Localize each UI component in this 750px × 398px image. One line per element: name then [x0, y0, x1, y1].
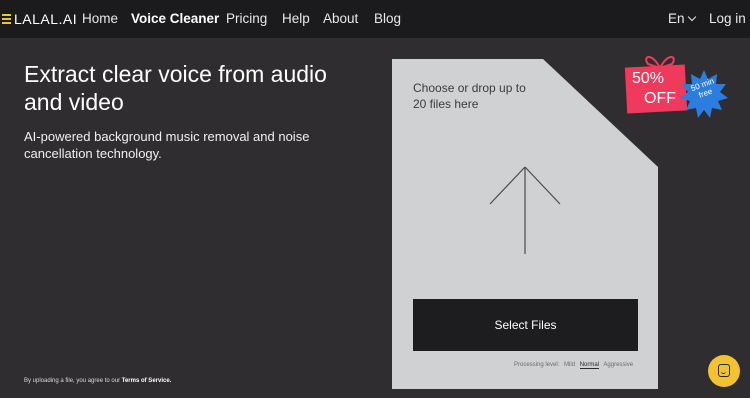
promo-badge[interactable]: 50% OFF 50 min free	[620, 50, 732, 120]
terms-prefix: By uploading a file, you agree to our	[24, 378, 121, 384]
language-label: En	[668, 11, 685, 26]
chevron-down-icon	[687, 12, 696, 21]
chat-button[interactable]	[708, 355, 740, 387]
nav-about[interactable]: About	[323, 11, 358, 26]
select-files-button[interactable]: Select Files	[413, 299, 638, 351]
login-link[interactable]: Log in	[709, 11, 746, 26]
nav-home[interactable]: Home	[82, 11, 118, 26]
logo-text: LALAL.AI	[14, 11, 78, 27]
nav-pricing[interactable]: Pricing	[226, 11, 267, 26]
nav-blog[interactable]: Blog	[374, 11, 401, 26]
processing-level: Processing level: Mild Normal Aggressive	[514, 362, 636, 369]
logo-icon	[2, 14, 11, 24]
terms-notice: By uploading a file, you agree to our Te…	[24, 378, 171, 384]
hero-subtitle: AI-powered background music removal and …	[24, 129, 310, 161]
level-aggressive[interactable]: Aggressive	[603, 362, 633, 368]
hero-title: Extract clear voice from audio and video	[24, 61, 327, 115]
language-selector[interactable]: En	[668, 11, 696, 26]
nav-help[interactable]: Help	[282, 11, 310, 26]
terms-link[interactable]: Terms of Service.	[122, 378, 172, 384]
drop-prompt: Choose or drop up to 20 files here	[413, 81, 526, 111]
discount-percent: 50%	[632, 70, 665, 87]
level-normal[interactable]: Normal	[579, 362, 600, 369]
discount-off: OFF	[644, 90, 676, 107]
top-nav: LALAL.AI Home Voice Cleaner Pricing Help…	[0, 0, 750, 38]
logo[interactable]: LALAL.AI	[2, 0, 77, 38]
chat-icon	[718, 364, 730, 377]
level-mild[interactable]: Mild	[564, 362, 575, 368]
processing-label: Processing level:	[514, 362, 560, 368]
nav-voice-cleaner[interactable]: Voice Cleaner	[131, 11, 219, 26]
